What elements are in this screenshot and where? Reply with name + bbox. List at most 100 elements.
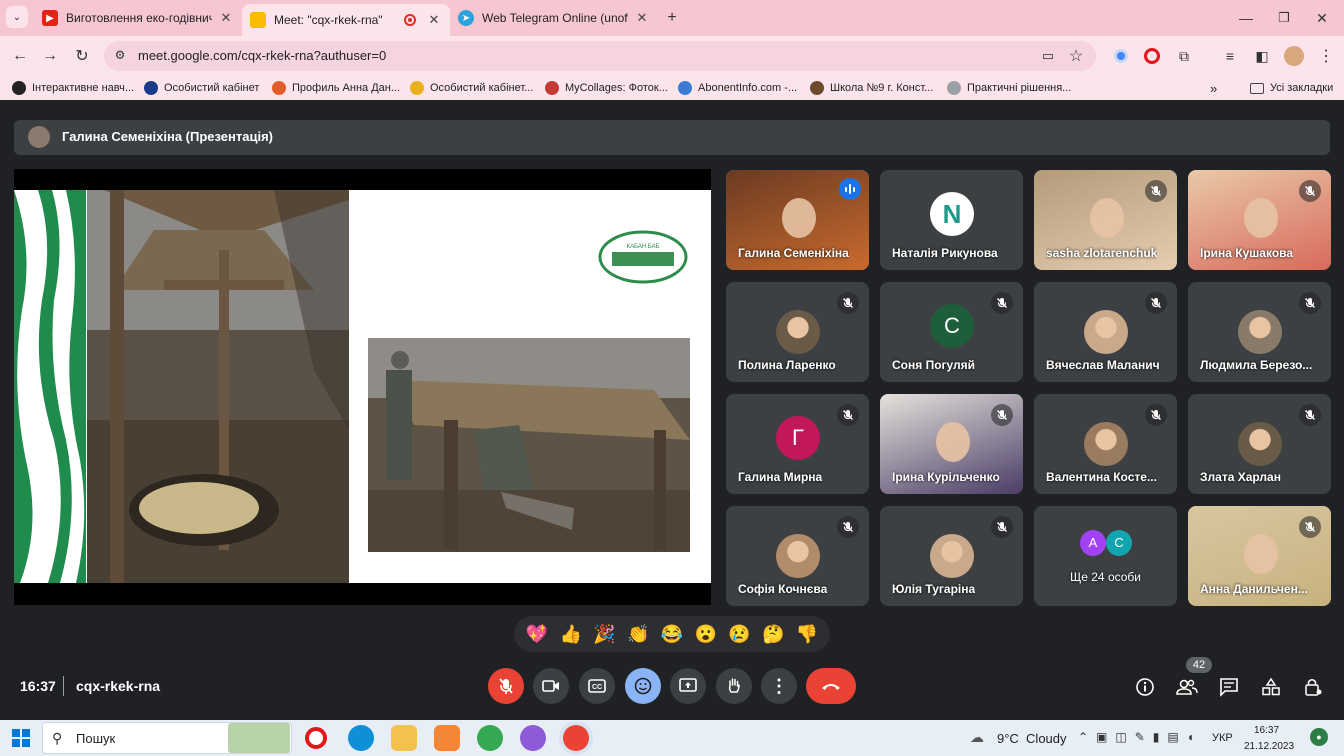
close-icon[interactable]: ✕ (634, 10, 650, 26)
bookmark-item[interactable]: AbonentInfo.com -... (678, 80, 797, 96)
bookmark-item[interactable]: Школа №9 г. Конст... (810, 80, 933, 96)
bookmark-item[interactable]: MyCollages: Фоток... (545, 80, 668, 96)
activities-button[interactable] (1257, 673, 1285, 701)
windows-start-icon[interactable] (12, 729, 30, 747)
participant-tile[interactable]: Полина Ларенко (726, 282, 869, 382)
mic-muted-icon (1299, 404, 1321, 426)
more-options-button[interactable]: ⋮ (761, 668, 797, 704)
reaction-thinking[interactable]: 🤔 (762, 624, 784, 644)
reaction-sparkling-heart[interactable]: 💖 (526, 624, 548, 644)
participant-tile[interactable]: N Наталія Рикунова (880, 170, 1023, 270)
participant-tile[interactable]: Вячеслав Маланич (1034, 282, 1177, 382)
tray-icons[interactable]: ⌃▣◫✎▮▤◖ (1078, 730, 1202, 744)
weather-text[interactable]: 9°C Cloudy (997, 731, 1067, 746)
site-info-icon[interactable]: ⚙ (112, 48, 128, 64)
participant-tile[interactable]: Валентина Косте... (1034, 394, 1177, 494)
tab-search-button[interactable]: ⌄ (6, 6, 28, 28)
close-icon[interactable]: ✕ (218, 10, 234, 26)
participant-name: Соня Погуляй (892, 358, 976, 372)
media-control-icon[interactable]: ≡ (1218, 44, 1242, 68)
menu-icon[interactable]: ⋮ (1314, 44, 1338, 68)
viber-taskbar-icon[interactable] (520, 725, 546, 751)
tab-telegram[interactable]: ➤ Web Telegram Online (unoffici ✕ (450, 4, 658, 32)
participant-tile[interactable]: Злата Харлан (1188, 394, 1331, 494)
side-panel-icon[interactable]: ◧ (1250, 44, 1274, 68)
presenter-avatar (28, 126, 50, 148)
language-indicator[interactable]: УКР (1212, 732, 1233, 744)
bookmark-item[interactable]: Профиль Анна Дан... (272, 80, 400, 96)
chrome-taskbar-icon[interactable] (477, 725, 503, 751)
extension-icon[interactable] (1114, 49, 1128, 63)
participant-tile[interactable]: Ірина Курільченко (880, 394, 1023, 494)
forward-icon[interactable]: → (38, 44, 62, 68)
edge-taskbar-icon[interactable] (348, 725, 374, 751)
reaction-crying[interactable]: 😢 (728, 624, 750, 644)
chrome-active-taskbar-icon[interactable] (563, 725, 589, 751)
bookmark-item[interactable]: Практичні рішення... (947, 80, 1071, 96)
bookmark-item[interactable]: Інтерактивне навч... (12, 80, 134, 96)
meeting-details-button[interactable] (1131, 673, 1159, 701)
leave-call-button[interactable] (806, 668, 856, 704)
bookmarks-overflow-icon[interactable]: » (1210, 80, 1217, 96)
reaction-laughing[interactable]: 😂 (661, 624, 683, 644)
participant-tile[interactable]: C Соня Погуляй (880, 282, 1023, 382)
participant-tile[interactable]: Анна Данильчен... (1188, 506, 1331, 606)
bookmark-item[interactable]: Особистий кабінет (144, 80, 259, 96)
present-screen-button[interactable] (670, 668, 706, 704)
file-explorer-taskbar-icon[interactable] (391, 725, 417, 751)
participant-avatar (1084, 310, 1128, 354)
participant-face (936, 422, 970, 462)
reaction-thumbs-up[interactable]: 👍 (559, 624, 581, 644)
participant-tile[interactable]: Юлія Тугаріна (880, 506, 1023, 606)
participant-tile[interactable]: sasha zlotarenchuk (1034, 170, 1177, 270)
window-close-button[interactable]: ✕ (1310, 6, 1334, 30)
reaction-surprised[interactable]: 😮 (695, 624, 717, 644)
new-tab-button[interactable]: + (660, 6, 684, 30)
opera-icon[interactable] (1144, 48, 1160, 64)
clock-date[interactable]: 21.12.2023 (1244, 741, 1294, 752)
people-button[interactable] (1173, 673, 1201, 701)
participant-tile[interactable]: Галина Семеніхіна (726, 170, 869, 270)
participant-name: Юлія Тугаріна (892, 582, 976, 596)
reaction-thumbs-down[interactable]: 👎 (796, 624, 818, 644)
app-taskbar-icon[interactable] (434, 725, 460, 751)
back-icon[interactable]: ← (8, 44, 32, 68)
bookmark-icon (410, 81, 424, 95)
reload-icon[interactable]: ↻ (70, 44, 94, 68)
reaction-clapping[interactable]: 👏 (627, 624, 649, 644)
people-icon (1176, 679, 1198, 695)
bookmark-icon (144, 81, 158, 95)
feeder-photo-right (368, 338, 690, 552)
participant-tile[interactable]: Ірина Кушакова (1188, 170, 1331, 270)
mic-muted-icon (1145, 292, 1167, 314)
reaction-party-popper[interactable]: 🎉 (593, 624, 615, 644)
close-icon[interactable]: ✕ (426, 12, 442, 28)
opera-taskbar-icon[interactable] (305, 727, 327, 749)
extensions-puzzle-icon[interactable]: ⧉ (1172, 44, 1196, 68)
maximize-button[interactable]: ❐ (1272, 6, 1296, 30)
raise-hand-button[interactable] (716, 668, 752, 704)
host-controls-button[interactable] (1299, 673, 1327, 701)
microphone-off-button[interactable] (488, 668, 524, 704)
profile-avatar[interactable] (1284, 46, 1304, 66)
participant-tile[interactable]: Софія Кочнєва (726, 506, 869, 606)
notification-icon[interactable]: ● (1310, 728, 1328, 746)
bookmark-item[interactable]: Особистий кабінет... (410, 80, 533, 96)
url-text[interactable]: meet.google.com/cqx-rkek-rna?authuser=0 (138, 48, 386, 63)
participant-tile[interactable]: Людмила Березо... (1188, 282, 1331, 382)
camera-icon[interactable]: ▭ (1036, 44, 1060, 68)
participant-tile[interactable]: А С Ще 24 особи (1034, 506, 1177, 606)
camera-button[interactable] (533, 668, 569, 704)
clock-time[interactable]: 16:37 (1254, 725, 1279, 736)
tab-meet[interactable]: Meet: "cqx-rkek-rna" ✕ (242, 4, 450, 36)
bookmark-star-icon[interactable]: ☆ (1064, 44, 1088, 68)
captions-button[interactable]: CC (579, 668, 615, 704)
reactions-button[interactable] (625, 668, 661, 704)
participant-tile[interactable]: Г Галина Мирна (726, 394, 869, 494)
minimize-button[interactable]: — (1234, 6, 1258, 30)
bookmark-icon (947, 81, 961, 95)
all-bookmarks[interactable]: Усі закладки (1250, 80, 1333, 96)
tab-youtube[interactable]: ▶ Виготовлення еко-годівничк ✕ (34, 4, 242, 32)
participant-letter-avatar: C (930, 304, 974, 348)
chat-button[interactable] (1215, 673, 1243, 701)
